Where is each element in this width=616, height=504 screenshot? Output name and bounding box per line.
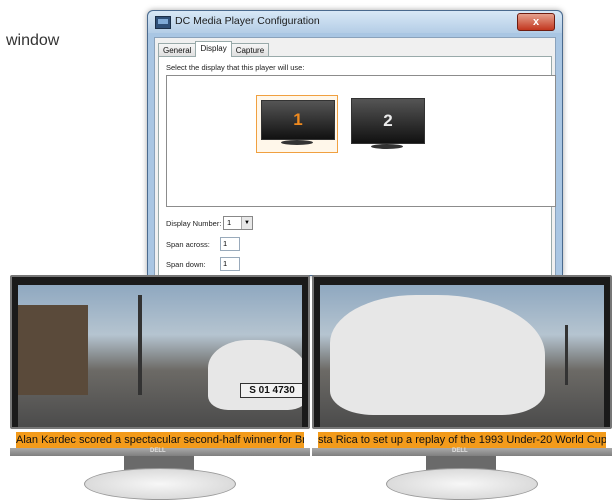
- right-screen-image: [320, 285, 604, 427]
- tab-capture[interactable]: Capture: [230, 43, 270, 57]
- span-across-label: Span across:: [166, 240, 210, 249]
- title-bar[interactable]: DC Media Player Configuration x: [148, 11, 562, 33]
- caption-text: window: [6, 32, 60, 49]
- tab-strip: General Display Capture: [158, 41, 270, 57]
- license-plate: S 01 4730: [240, 383, 302, 398]
- left-brand-logo: DELL: [150, 448, 166, 454]
- monitor-number: 2: [383, 111, 393, 130]
- news-ticker-left: Alan Kardec scored a spectacular second-…: [16, 432, 304, 448]
- car-image: [208, 340, 302, 410]
- monitor-icon: 2: [351, 98, 425, 144]
- app-icon: [155, 16, 171, 29]
- monitor-icon: 1: [261, 100, 335, 140]
- chevron-down-icon: ▼: [241, 217, 252, 229]
- tab-general[interactable]: General: [158, 43, 197, 57]
- close-button[interactable]: x: [517, 13, 555, 31]
- left-screen-image: S 01 4730: [18, 285, 302, 427]
- building-shape: [18, 305, 88, 395]
- display-number-select[interactable]: 1 ▼: [223, 216, 253, 230]
- lamp-post: [138, 295, 142, 395]
- news-ticker-right: sta Rica to set up a replay of the 1993 …: [318, 432, 606, 448]
- config-window: DC Media Player Configuration x General …: [147, 10, 563, 276]
- dialog-client: General Display Capture Select the displ…: [154, 37, 556, 275]
- right-stand-base: [386, 468, 538, 500]
- tab-display[interactable]: Display: [195, 41, 232, 57]
- lamp-post: [565, 325, 568, 385]
- right-brand-logo: DELL: [452, 448, 468, 454]
- span-down-input[interactable]: 1: [220, 257, 240, 271]
- display-number-label: Display Number:: [166, 219, 222, 228]
- right-monitor: [312, 275, 612, 429]
- instruction-label: Select the display that this player will…: [166, 63, 305, 72]
- monitor-number: 1: [293, 110, 303, 129]
- left-monitor: S 01 4730: [10, 275, 310, 429]
- monitor-1-option[interactable]: 1: [256, 95, 338, 153]
- span-down-label: Span down:: [166, 260, 206, 269]
- left-stand-base: [84, 468, 236, 500]
- car-image: [330, 295, 545, 415]
- span-across-input[interactable]: 1: [220, 237, 240, 251]
- monitor-stand: [371, 144, 403, 149]
- monitor-stand: [281, 140, 313, 145]
- display-number-value: 1: [227, 218, 232, 227]
- window-title: DC Media Player Configuration: [175, 15, 320, 27]
- display-tab-panel: Select the display that this player will…: [158, 56, 556, 275]
- monitor-2-option[interactable]: 2: [347, 94, 427, 150]
- display-selector: 1 2: [166, 75, 556, 207]
